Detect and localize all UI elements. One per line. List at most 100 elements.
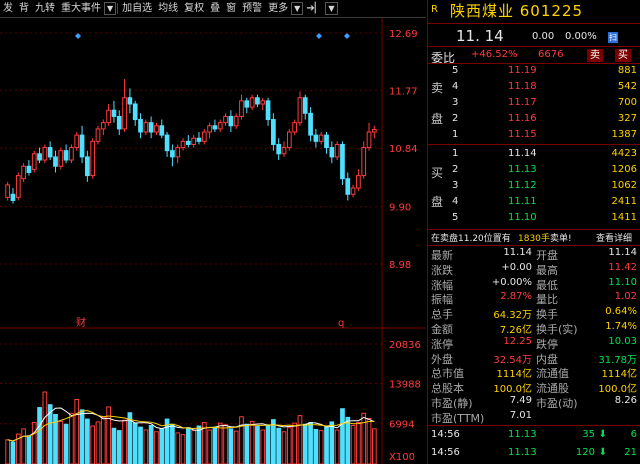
candle-body[interactable] xyxy=(308,112,313,136)
candle-body[interactable] xyxy=(345,178,351,195)
candle-body[interactable] xyxy=(329,147,335,158)
candle-body[interactable] xyxy=(196,137,202,142)
candle-body[interactable] xyxy=(10,193,16,201)
candle-body[interactable] xyxy=(361,147,367,177)
candle-body[interactable] xyxy=(371,129,377,133)
candle-body[interactable] xyxy=(366,131,372,149)
toolbar-events[interactable]: 重大事件 xyxy=(58,0,104,17)
candle-body[interactable] xyxy=(233,115,239,127)
event-diamond-icon[interactable] xyxy=(344,33,350,39)
candle-body[interactable] xyxy=(313,134,319,142)
buy-button[interactable]: 买 xyxy=(615,49,631,62)
candle-body[interactable] xyxy=(255,97,260,105)
candle-body[interactable] xyxy=(122,97,127,130)
candle-body[interactable] xyxy=(127,97,133,105)
candle-body[interactable] xyxy=(260,100,266,105)
candle-body[interactable] xyxy=(207,125,212,133)
toolbar-fa[interactable]: 发 xyxy=(0,0,16,17)
expand-dropdown-icon[interactable]: ▼ xyxy=(325,2,338,15)
candle-body[interactable] xyxy=(159,125,165,136)
candle-body[interactable] xyxy=(356,175,361,189)
candle-body[interactable] xyxy=(180,140,186,149)
toolbar-alert[interactable]: 预警 xyxy=(239,0,265,17)
candle-body[interactable] xyxy=(143,122,149,133)
candle-body[interactable] xyxy=(239,100,244,117)
candle-body[interactable] xyxy=(58,150,64,167)
candle-body[interactable] xyxy=(217,122,223,130)
toolbar-jiuzhuan[interactable]: 九转 xyxy=(32,0,58,17)
candle-body[interactable] xyxy=(201,131,207,142)
buy-level-row[interactable]: 4 11.11 2411 xyxy=(428,195,640,210)
candle-body[interactable] xyxy=(63,150,69,161)
candle-body[interactable] xyxy=(286,131,292,149)
financial-marker[interactable]: 财 xyxy=(76,316,86,329)
candle-body[interactable] xyxy=(228,115,234,127)
candle-body[interactable] xyxy=(191,137,197,145)
candle-body[interactable] xyxy=(292,122,297,133)
q-marker[interactable]: q xyxy=(338,318,344,329)
buy-level-row[interactable]: 3 11.12 1062 xyxy=(428,179,640,194)
candle-body[interactable] xyxy=(164,134,170,152)
events-dropdown-icon[interactable]: ▼ xyxy=(104,2,117,15)
candle-body[interactable] xyxy=(350,187,356,195)
notice-detail-link[interactable]: 查看详细 xyxy=(596,231,632,244)
candle-body[interactable] xyxy=(212,125,218,130)
candle-body[interactable] xyxy=(90,140,96,177)
candle-body[interactable] xyxy=(37,153,42,161)
sell-level-row[interactable]: 1 11.15 1387 xyxy=(428,128,640,143)
candle-body[interactable] xyxy=(244,100,250,108)
candle-body[interactable] xyxy=(95,128,101,142)
candle-body[interactable] xyxy=(69,147,74,161)
candle-body[interactable] xyxy=(15,175,21,198)
candle-body[interactable] xyxy=(318,134,324,142)
candle-body[interactable] xyxy=(79,134,85,158)
candle-body[interactable] xyxy=(185,140,191,145)
buy-level-row[interactable]: 5 11.10 1411 xyxy=(428,211,640,226)
candle-body[interactable] xyxy=(5,184,11,198)
event-diamond-icon[interactable] xyxy=(75,33,81,39)
candle-body[interactable] xyxy=(249,97,255,108)
sell-level-row[interactable]: 2 11.16 327 xyxy=(428,112,640,127)
buy-level-row[interactable]: 1 11.14 4423 xyxy=(428,147,640,162)
candle-body[interactable] xyxy=(106,109,111,124)
candle-body[interactable] xyxy=(74,134,80,149)
candle-body[interactable] xyxy=(148,122,154,133)
candle-body[interactable] xyxy=(281,147,287,155)
kline-chart[interactable]: 12.69 11.77 10.84 9.90 8.98 20836 13988 6994 X10… xyxy=(0,18,426,464)
candle-body[interactable] xyxy=(276,143,282,155)
candle-body[interactable] xyxy=(100,122,106,130)
toolbar-window[interactable]: 窗 xyxy=(223,0,239,17)
candle-body[interactable] xyxy=(85,156,90,177)
candle-body[interactable] xyxy=(340,143,345,180)
candle-body[interactable] xyxy=(31,153,37,170)
candle-body[interactable] xyxy=(111,109,117,117)
event-diamond-icon[interactable] xyxy=(316,33,322,39)
candle-body[interactable] xyxy=(265,100,271,121)
toolbar-ma[interactable]: 均线 xyxy=(155,0,181,17)
candle-body[interactable] xyxy=(116,115,122,130)
candle-body[interactable] xyxy=(324,134,329,149)
buy-level-row[interactable]: 2 11.13 1206 xyxy=(428,163,640,178)
candle-body[interactable] xyxy=(154,125,159,133)
pin-icon[interactable]: ➔▏ xyxy=(303,0,325,17)
r-badge[interactable]: R xyxy=(431,4,438,15)
toolbar-more[interactable]: 更多 xyxy=(265,0,291,17)
candle-body[interactable] xyxy=(334,143,340,158)
candle-body[interactable] xyxy=(170,150,175,158)
sell-level-row[interactable]: 5 11.19 881 xyxy=(428,64,640,79)
candle-body[interactable] xyxy=(138,119,143,133)
candle-body[interactable] xyxy=(297,97,303,124)
candle-body[interactable] xyxy=(21,165,26,180)
candle-body[interactable] xyxy=(53,156,58,167)
candle-body[interactable] xyxy=(175,147,181,158)
sell-button[interactable]: 卖 xyxy=(587,49,603,62)
sell-level-row[interactable]: 3 11.17 700 xyxy=(428,96,640,111)
candle-body[interactable] xyxy=(47,147,53,158)
candle-body[interactable] xyxy=(223,115,228,124)
toolbar-overlay[interactable]: 叠 xyxy=(207,0,223,17)
more-dropdown-icon[interactable]: ▼ xyxy=(291,2,304,15)
candle-body[interactable] xyxy=(271,119,276,145)
toolbar-bei[interactable]: 背 xyxy=(16,0,32,17)
toolbar-adjust[interactable]: 复权 xyxy=(181,0,207,17)
candle-body[interactable] xyxy=(132,103,138,121)
